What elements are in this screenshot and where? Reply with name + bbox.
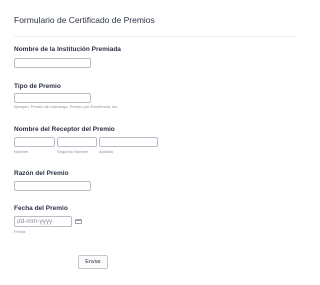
recipient-label: Nombre del Receptor del Premio (14, 126, 115, 133)
title-divider (14, 36, 296, 37)
date-label: Fecha del Premio (14, 205, 68, 212)
institution-input[interactable] (14, 58, 91, 68)
form-title: Formulario de Certificado de Premios (14, 15, 155, 25)
award-type-input[interactable] (14, 93, 91, 103)
reason-input[interactable] (14, 181, 91, 191)
recipient-middle-name-input[interactable] (57, 137, 97, 147)
submit-button[interactable]: Enviar (78, 255, 108, 269)
calendar-icon[interactable] (75, 219, 82, 224)
first-name-sublabel: Nombre (14, 149, 29, 154)
middle-name-sublabel: Segundo Nombre (57, 149, 89, 154)
recipient-last-name-input[interactable] (99, 137, 158, 147)
award-certificate-form: Formulario de Certificado de Premios Nom… (0, 0, 310, 285)
reason-label: Razón del Premio (14, 170, 69, 177)
award-type-hint: Ejemplo: Premio de Liderazgo, Premio por… (14, 104, 119, 109)
award-type-label: Tipo de Premio (14, 83, 61, 90)
last-name-sublabel: Apellido (99, 149, 114, 154)
date-input[interactable] (14, 216, 72, 227)
recipient-first-name-input[interactable] (14, 137, 55, 147)
date-sublabel: Fecha (14, 229, 26, 234)
institution-label: Nombre de la Institución Premiada (14, 46, 121, 53)
